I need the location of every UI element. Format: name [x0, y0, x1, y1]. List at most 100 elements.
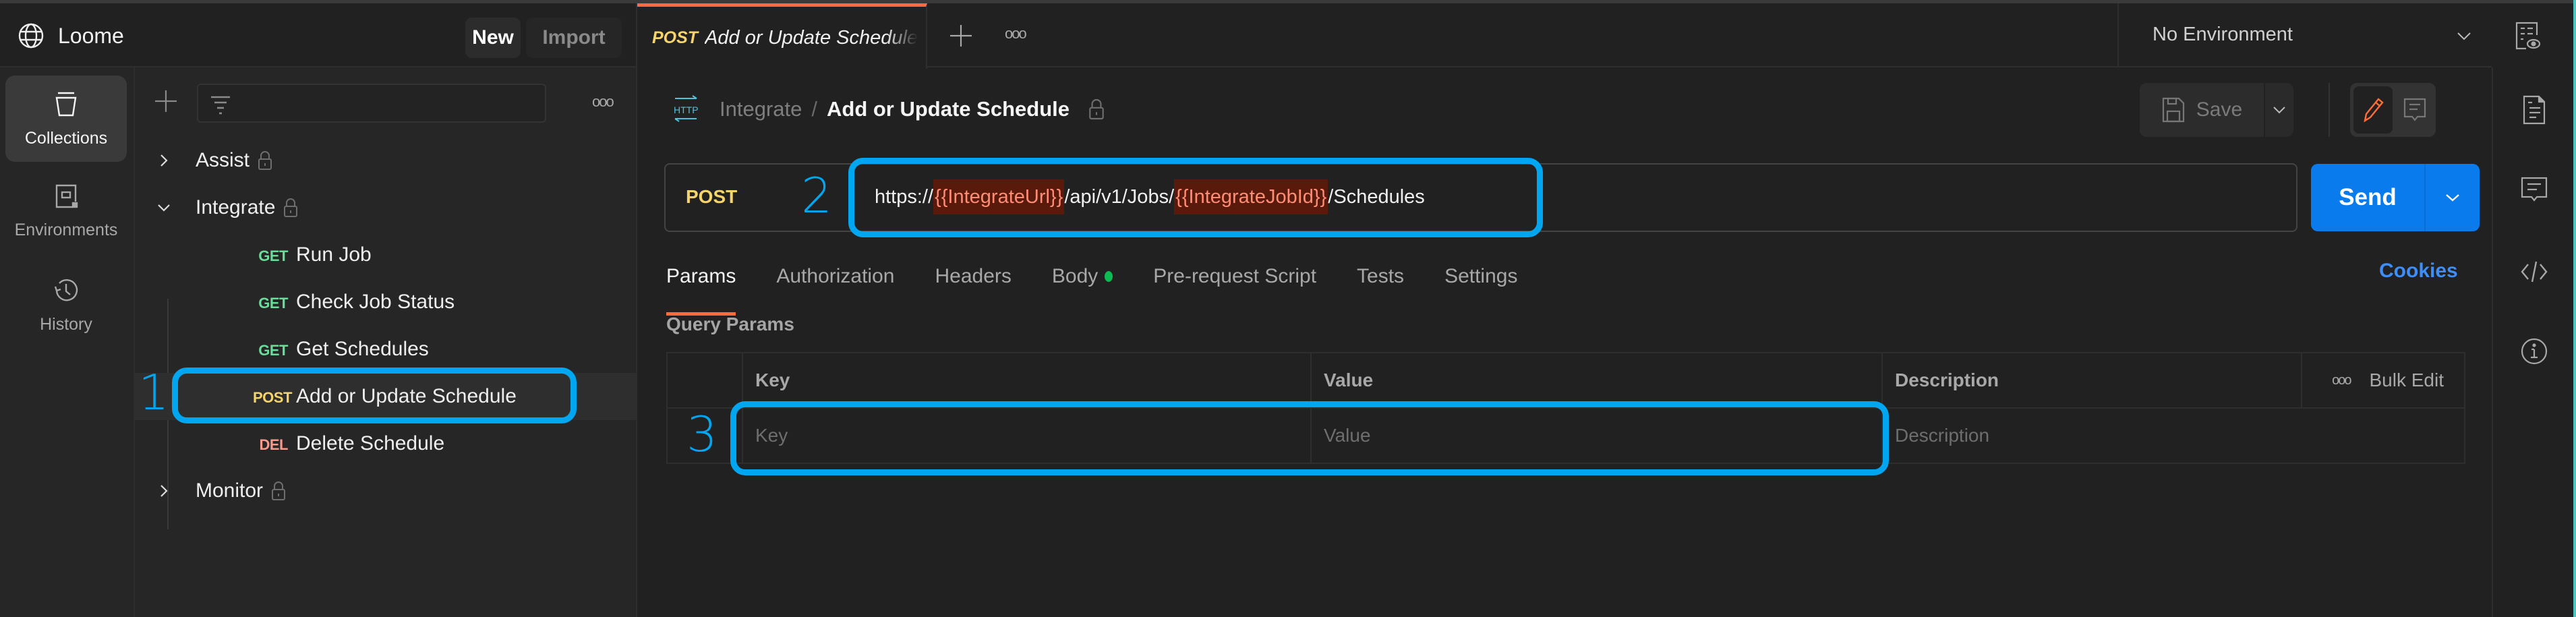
sidebar-request-add-or-update-schedule[interactable]: POST Add or Update Schedule — [135, 373, 637, 420]
nav-environments[interactable]: Environments — [5, 167, 127, 254]
nav-collections[interactable]: Collections — [5, 76, 127, 162]
url-variable: {{IntegrateUrl}} — [933, 179, 1065, 214]
chevron-down-icon — [158, 204, 170, 212]
folder-integrate[interactable]: Integrate — [135, 184, 637, 231]
tab-body[interactable]: Body — [1052, 256, 1113, 297]
chevron-down-icon — [2273, 107, 2285, 114]
breadcrumb-current[interactable]: Add or Update Schedule — [827, 97, 1070, 121]
bulk-edit-area: ooo Bulk Edit — [2332, 353, 2444, 407]
workspace-title: Loome — [58, 24, 124, 48]
method-badge: DEL — [259, 436, 289, 453]
breadcrumb-parent[interactable]: Integrate — [720, 97, 802, 121]
request-delete-schedule[interactable]: DEL Delete Schedule — [135, 420, 637, 467]
add-collection-icon[interactable] — [152, 88, 179, 115]
new-tab-icon[interactable] — [949, 24, 973, 48]
chevron-down-icon — [2457, 32, 2471, 40]
url-bar: POST https://{{IntegrateUrl}}/api/v1/Job… — [664, 163, 2297, 232]
tab-title: Add or Update Schedule — [705, 26, 918, 49]
folder-name: Assist — [196, 149, 250, 171]
breadcrumb: HTTP Integrate / Add or Update Schedule — [671, 92, 1106, 126]
tree-search-input[interactable] — [197, 84, 546, 123]
tab-more-options[interactable]: ooo — [1005, 25, 1027, 42]
code-icon[interactable] — [2520, 258, 2548, 286]
lock-icon — [284, 198, 298, 217]
folder-name: Monitor — [196, 479, 264, 502]
tab-headers[interactable]: Headers — [935, 256, 1011, 297]
tab-label: Params — [666, 265, 736, 287]
method-selector[interactable]: POST — [686, 186, 737, 208]
body-indicator-dot — [1105, 271, 1113, 282]
table-divider — [2301, 353, 2302, 407]
param-value-input[interactable]: Value — [1310, 409, 1881, 463]
tab-label: Headers — [935, 265, 1012, 287]
request-check-job-status[interactable]: GET Check Job Status — [135, 278, 637, 326]
environment-selected: No Environment — [2153, 24, 2293, 45]
query-params-table: Key Value Description ooo Bulk Edit Key … — [666, 352, 2465, 464]
url-input[interactable]: https://{{IntegrateUrl}}/api/v1/Jobs/{{I… — [875, 179, 1425, 214]
environment-quick-look-icon[interactable] — [2514, 20, 2541, 51]
right-sidebar — [2492, 67, 2576, 617]
request-name: Check Job Status — [296, 291, 455, 313]
environments-icon — [55, 184, 78, 208]
import-button[interactable]: Import — [526, 18, 622, 58]
param-key-input[interactable]: Key — [742, 409, 1310, 463]
history-icon — [54, 278, 78, 301]
url-part: /api/v1/Jobs/ — [1064, 186, 1175, 208]
send-options-button[interactable] — [2426, 164, 2480, 231]
send-button[interactable]: Send — [2311, 164, 2424, 231]
save-group: Save — [2140, 83, 2293, 137]
info-icon[interactable] — [2520, 337, 2548, 365]
folder-monitor[interactable]: Monitor — [135, 467, 637, 515]
send-group: Send — [2311, 164, 2480, 231]
nav-label: Collections — [24, 128, 108, 148]
url-part: https:// — [875, 186, 934, 208]
tab-tests[interactable]: Tests — [1357, 256, 1404, 297]
request-get-schedules[interactable]: GET Get Schedules — [135, 326, 637, 373]
request-name: Get Schedules — [296, 338, 429, 360]
query-params-title: Query Params — [666, 314, 794, 334]
environment-selector[interactable]: No Environment — [2117, 3, 2492, 67]
url-variable: {{IntegrateJobId}} — [1174, 179, 1328, 214]
tab-label: Authorization — [776, 265, 895, 287]
tab-add-or-update-schedule[interactable]: POST Add or Update Schedule — [637, 3, 927, 69]
folder-name: Integrate — [196, 196, 276, 218]
save-button[interactable]: Save — [2140, 83, 2264, 137]
column-header-key: Key — [755, 370, 790, 390]
cookies-link[interactable]: Cookies — [2379, 260, 2458, 283]
new-button[interactable]: New — [465, 18, 521, 58]
left-nav: Collections Environments History — [0, 67, 135, 617]
tab-pre-request-script[interactable]: Pre-request Script — [1153, 256, 1316, 297]
tab-settings[interactable]: Settings — [1444, 256, 1517, 297]
param-description-input[interactable]: Description — [1881, 409, 2463, 463]
lock-icon — [272, 481, 286, 500]
tree-toolbar: ooo — [135, 67, 637, 135]
tree-more-options[interactable]: ooo — [592, 93, 614, 111]
tab-params[interactable]: Params — [666, 256, 736, 316]
comments-icon[interactable] — [2520, 175, 2548, 204]
mode-toggle — [2350, 83, 2436, 137]
documentation-icon[interactable] — [2520, 94, 2548, 125]
request-run-job[interactable]: GET Run Job — [135, 231, 637, 278]
workspace-header: Loome New Import — [0, 3, 637, 67]
save-options-button[interactable] — [2265, 83, 2293, 137]
lock-icon — [258, 151, 272, 170]
collections-icon — [55, 92, 77, 116]
lock-icon — [1089, 98, 1104, 120]
tab-authorization[interactable]: Authorization — [776, 256, 894, 297]
breadcrumb-separator: / — [811, 97, 817, 121]
edit-mode-button[interactable] — [2353, 86, 2393, 134]
request-name: Add or Update Schedule — [296, 385, 517, 407]
nav-history[interactable]: History — [5, 262, 127, 348]
request-tabs: Params Authorization Headers Body Pre-re… — [666, 256, 1558, 316]
globe-icon — [18, 23, 44, 49]
folder-assist[interactable]: Assist — [135, 137, 637, 184]
tab-label: Settings — [1444, 265, 1518, 287]
comment-mode-button[interactable] — [2397, 86, 2432, 134]
chevron-right-icon — [160, 154, 168, 167]
bulk-edit-button[interactable]: Bulk Edit — [2370, 370, 2445, 391]
collection-tree: ooo Assist Integrate GET Run Job GET Che… — [135, 67, 637, 617]
save-icon — [2162, 97, 2184, 123]
column-options-button[interactable]: ooo — [2332, 373, 2351, 388]
nav-label: Environments — [14, 220, 118, 239]
nav-label: History — [40, 314, 92, 334]
